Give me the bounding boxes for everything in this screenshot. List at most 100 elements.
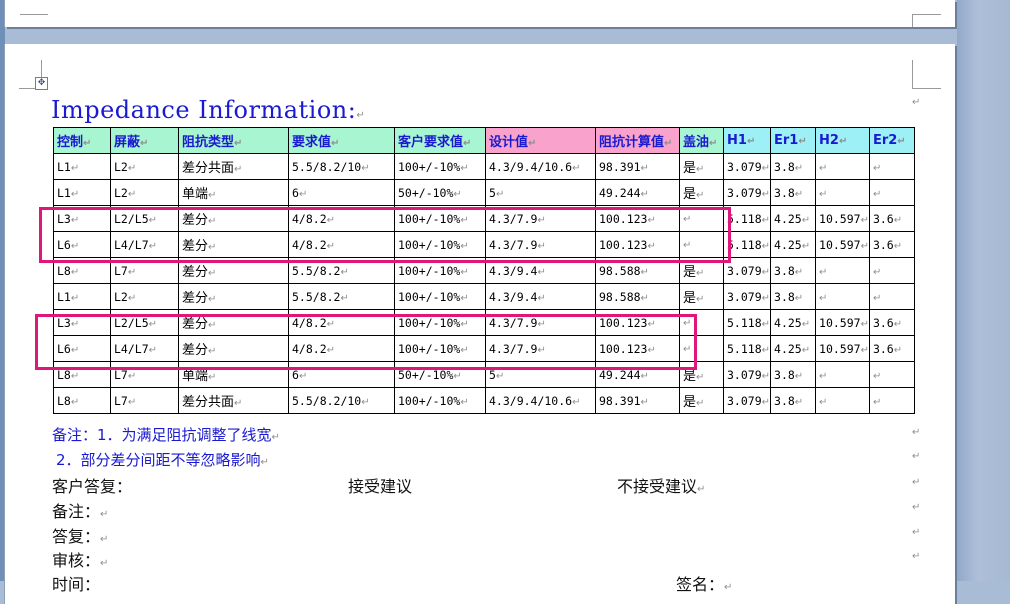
table-cell[interactable]: 是↵ [679,361,724,388]
table-cell[interactable]: ↵ [815,179,870,206]
table-cell[interactable]: 是↵ [679,179,724,206]
table-cell[interactable]: 3.8↵ [770,153,817,180]
table-cell[interactable]: ↵ [679,205,724,232]
table-cell[interactable]: 3.079↵ [722,153,772,180]
table-cell[interactable]: 4.25↵ [770,205,817,232]
table-cell[interactable]: 5↵ [485,361,596,388]
table-cell[interactable]: ↵ [815,283,870,310]
table-cell[interactable]: 是↵ [679,283,724,310]
table-cell[interactable]: L4/L7↵ [110,335,179,362]
table-cell[interactable]: 98.391↵ [595,387,680,414]
table-cell[interactable]: 100.123↵ [595,309,680,336]
table-cell[interactable]: L2↵ [110,179,179,206]
table-cell[interactable]: 4.25↵ [770,335,817,362]
table-cell[interactable]: 10.597↵ [815,335,870,362]
table-cell[interactable]: 差分↵ [178,309,289,336]
table-cell[interactable]: 10.597↵ [815,205,870,232]
table-cell[interactable]: 3.8↵ [770,361,817,388]
table-cell[interactable]: 3.8↵ [770,387,817,414]
table-cell[interactable]: 是↵ [679,387,724,414]
table-cell[interactable]: 3.8↵ [770,257,817,284]
table-cell[interactable]: 3.079↵ [722,387,772,414]
table-cell[interactable]: ↵ [679,231,724,258]
table-cell[interactable]: L7↵ [110,361,179,388]
table-cell[interactable]: 100.123↵ [595,205,680,232]
table-cell[interactable]: 100+/-10%↵ [394,335,486,362]
table-cell[interactable]: L3↵ [53,205,111,232]
table-cell[interactable]: 5↵ [485,179,596,206]
table-cell[interactable]: 3.079↵ [722,179,772,206]
table-cell[interactable]: 50+/-10%↵ [394,179,486,206]
table-cell[interactable]: 4.3/9.4↵ [485,283,596,310]
table-cell[interactable]: 4.25↵ [770,231,817,258]
table-cell[interactable]: 49.244↵ [595,179,680,206]
table-cell[interactable]: 3.079↵ [722,283,772,310]
table-cell[interactable]: 4/8.2↵ [288,231,395,258]
table-cell[interactable]: ↵ [815,153,870,180]
table-cell[interactable]: 是↵ [679,153,724,180]
table-cell[interactable]: L1↵ [53,153,111,180]
table-cell[interactable]: 100.123↵ [595,335,680,362]
table-cell[interactable]: 4.3/7.9↵ [485,309,596,336]
table-cell[interactable]: 100+/-10%↵ [394,283,486,310]
table-cell[interactable]: 差分共面↵ [178,153,289,180]
table-cell[interactable]: 100+/-10%↵ [394,231,486,258]
table-cell[interactable]: ↵ [868,387,915,414]
table-cell[interactable]: 5.118↵ [722,231,772,258]
table-cell[interactable]: L8↵ [53,387,111,414]
table-cell[interactable]: 100+/-10%↵ [394,153,486,180]
table-cell[interactable]: 差分↵ [178,205,289,232]
table-cell[interactable]: ↵ [815,257,870,284]
table-cell[interactable]: 5.5/8.2↵ [288,257,395,284]
table-cell[interactable]: 98.391↵ [595,153,680,180]
table-cell[interactable]: ↵ [868,283,915,310]
table-cell[interactable]: 4.25↵ [770,309,817,336]
table-cell[interactable]: L4/L7↵ [110,231,179,258]
table-cell[interactable]: 3.6↵ [868,335,915,362]
table-cell[interactable]: 10.597↵ [815,231,870,258]
table-cell[interactable]: 10.597↵ [815,309,870,336]
table-cell[interactable]: 5.5/8.2/10↵ [288,153,395,180]
table-cell[interactable]: L6↵ [53,335,111,362]
table-cell[interactable]: L6↵ [53,231,111,258]
table-cell[interactable]: L2/L5↵ [110,205,179,232]
table-cell[interactable]: 49.244↵ [595,361,680,388]
table-cell[interactable]: L2↵ [110,153,179,180]
table-cell[interactable]: 3.8↵ [770,283,817,310]
table-cell[interactable]: 4.3/9.4/10.6↵ [485,153,596,180]
table-cell[interactable]: 100+/-10%↵ [394,205,486,232]
table-cell[interactable]: L2/L5↵ [110,309,179,336]
table-cell[interactable]: 3.6↵ [868,309,915,336]
table-cell[interactable]: L1↵ [53,179,111,206]
table-cell[interactable]: 3.079↵ [722,361,772,388]
table-cell[interactable]: 100+/-10%↵ [394,257,486,284]
reject-option[interactable]: 不接受建议↵ [617,473,705,497]
table-cell[interactable]: 4.3/7.9↵ [485,335,596,362]
table-cell[interactable]: 4.3/7.9↵ [485,205,596,232]
table-cell[interactable]: L8↵ [53,257,111,284]
table-cell[interactable]: 6↵ [288,361,395,388]
table-cell[interactable]: 4.3/7.9↵ [485,231,596,258]
table-cell[interactable]: L8↵ [53,361,111,388]
table-cell[interactable]: 98.588↵ [595,283,680,310]
table-cell[interactable]: 差分↵ [178,335,289,362]
table-cell[interactable]: 4/8.2↵ [288,205,395,232]
table-cell[interactable]: L7↵ [110,257,179,284]
table-cell[interactable]: 3.8↵ [770,179,817,206]
table-cell[interactable]: 3.6↵ [868,231,915,258]
table-cell[interactable]: 3.079↵ [722,257,772,284]
table-cell[interactable]: 5.118↵ [722,335,772,362]
table-cell[interactable]: 50+/-10%↵ [394,361,486,388]
accept-option[interactable]: 接受建议 [348,473,412,497]
table-cell[interactable]: L1↵ [53,283,111,310]
table-cell[interactable]: ↵ [868,257,915,284]
table-cell[interactable]: L7↵ [110,387,179,414]
table-cell[interactable]: 差分↵ [178,283,289,310]
table-cell[interactable]: ↵ [868,179,915,206]
table-cell[interactable]: ↵ [679,309,724,336]
table-cell[interactable]: 5.5/8.2↵ [288,283,395,310]
table-cell[interactable]: 差分↵ [178,231,289,258]
table-cell[interactable]: 4/8.2↵ [288,335,395,362]
table-cell[interactable]: ↵ [815,387,870,414]
table-cell[interactable]: ↵ [868,361,915,388]
